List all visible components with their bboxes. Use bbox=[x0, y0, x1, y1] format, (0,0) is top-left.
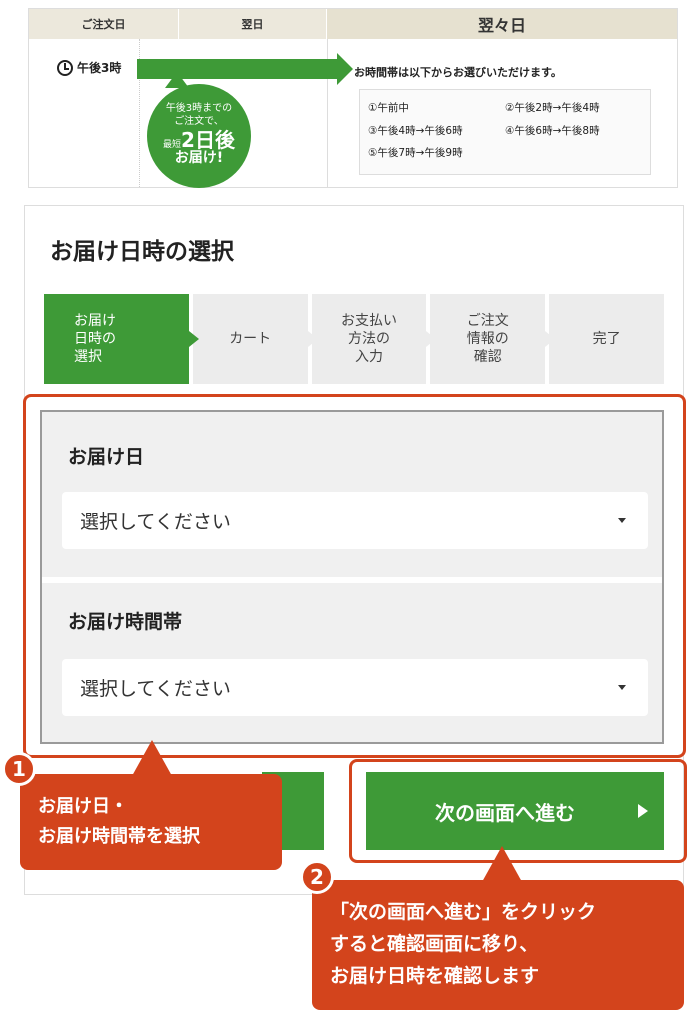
step-cart: カート bbox=[192, 294, 318, 384]
callout-number-1: 1 bbox=[2, 752, 36, 786]
delivery-time-select[interactable]: 選択してください bbox=[62, 659, 648, 716]
callout-select-datetime: お届け日・ お届け時間帯を選択 bbox=[20, 740, 282, 870]
time-slot-item: ③午後4時→午後6時 bbox=[368, 124, 463, 137]
order-time-label: 午後3時 bbox=[77, 61, 122, 75]
delivery-date-value: 選択してください bbox=[80, 511, 231, 533]
chevron-down-icon bbox=[618, 685, 626, 690]
next-screen-button[interactable]: 次の画面へ進む bbox=[366, 772, 664, 850]
clock-icon bbox=[57, 59, 73, 76]
time-slot-list: ①午前中 ②午後2時→午後4時 ③午後4時→午後6時 ④午後6時→午後8時 ⑤午… bbox=[359, 89, 651, 175]
callout-number-2: 2 bbox=[300, 860, 334, 894]
time-slot-item: ②午後2時→午後4時 bbox=[505, 102, 600, 114]
delivery-date-select[interactable]: 選択してください bbox=[62, 492, 648, 549]
form-divider bbox=[42, 577, 662, 583]
shipping-promo-bubble: 午後3時までの ご注文で、 最短2日後 お届け! bbox=[147, 72, 251, 188]
page-title: お届け日時の選択 bbox=[50, 239, 234, 265]
timeline-order-time: 午後3時 bbox=[57, 59, 121, 76]
time-slot-title: お時間帯は以下からお選びいただけます。 bbox=[354, 66, 562, 79]
play-arrow-icon bbox=[638, 804, 648, 818]
timeline-next-day-header: 翌日 bbox=[179, 9, 327, 39]
step-delivery-datetime: お届け 日時の 選択 bbox=[44, 294, 199, 384]
timeline-day-after-header: 翌々日 bbox=[327, 9, 677, 39]
callout-next-screen: 「次の画面へ進む」をクリック すると確認画面に移り、 お届け日時を確認します bbox=[312, 846, 684, 1010]
delivery-timeline: ご注文日 翌日 翌々日 午後3時 午後3時までの ご注文で、 最短2日後 お届け… bbox=[28, 8, 678, 188]
step-order-confirm: ご注文 情報の 確認 bbox=[430, 294, 555, 384]
step-complete: 完了 bbox=[549, 294, 664, 384]
next-button-label: 次の画面へ進む bbox=[435, 800, 575, 825]
timeline-order-day-header: ご注文日 bbox=[29, 9, 179, 39]
delivery-time-label: お届け時間帯 bbox=[68, 611, 183, 633]
chevron-down-icon bbox=[618, 518, 626, 523]
checkout-progress-steps: お届け 日時の 選択 カート お支払い 方法の 入力 ご注文 情報の 確認 完了 bbox=[44, 294, 664, 384]
time-slot-item: ⑤午後7時→午後9時 bbox=[368, 147, 463, 160]
delivery-time-value: 選択してください bbox=[80, 678, 231, 700]
delivery-date-label: お届け日 bbox=[68, 446, 145, 468]
time-slot-item: ①午前中 bbox=[368, 102, 409, 114]
step-payment: お支払い 方法の 入力 bbox=[311, 294, 437, 384]
time-slot-item: ④午後6時→午後8時 bbox=[505, 124, 600, 137]
